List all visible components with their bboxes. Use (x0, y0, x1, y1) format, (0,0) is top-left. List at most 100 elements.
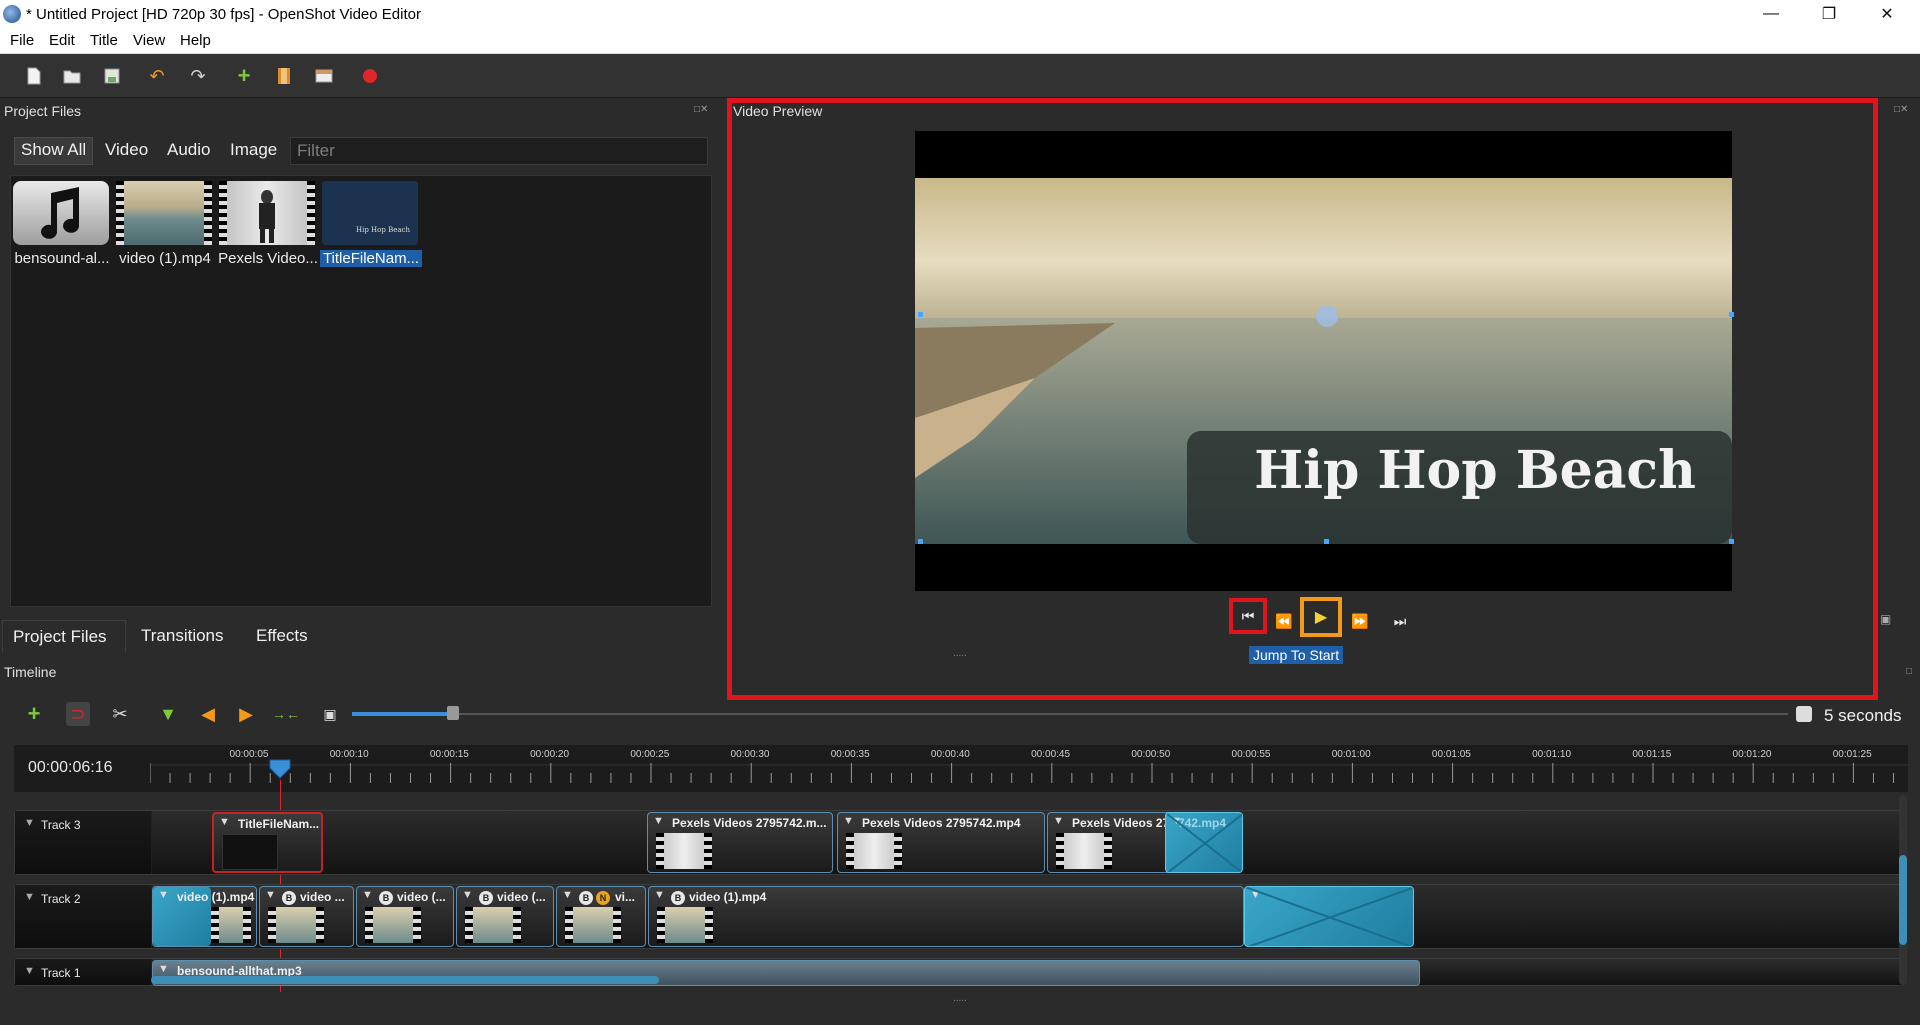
clip[interactable]: ▼ Pexels Videos 2795742.mp4 (837, 812, 1045, 873)
b-badge-icon: B (282, 891, 296, 905)
transform-handle[interactable] (1324, 539, 1329, 544)
file-item-video[interactable]: video (1).mp4 (114, 179, 216, 269)
b-badge-icon: B (479, 891, 493, 905)
clip[interactable]: ▼ B video ... (259, 886, 354, 947)
clip[interactable]: ▼ B N vi... (556, 886, 646, 947)
clip-thumbnail (565, 907, 621, 943)
dock-float-close-icon[interactable]: □✕ (1894, 104, 1908, 115)
clip-thumbnail (222, 834, 278, 870)
clip[interactable]: ▼ B video (... (356, 886, 454, 947)
chevron-down-icon: ▼ (24, 817, 35, 829)
jump-to-end-button[interactable]: ⏭ (1386, 608, 1414, 634)
menu-file[interactable]: File (10, 32, 34, 49)
file-item-pexels[interactable]: Pexels Video... (217, 179, 319, 269)
transform-handle[interactable] (1729, 312, 1734, 317)
clip-label: TitleFileNam... (238, 817, 320, 831)
clip-label: video (1).mp4 (689, 890, 767, 904)
playhead-handle[interactable] (267, 758, 293, 780)
save-project-icon[interactable] (100, 64, 124, 88)
chevron-down-icon: ▼ (654, 889, 665, 901)
horizontal-scrollbar[interactable] (151, 976, 659, 984)
redo-icon[interactable]: ↷ (186, 64, 210, 88)
transform-handle[interactable] (918, 539, 923, 544)
maximize-button[interactable]: ❐ (1800, 0, 1858, 28)
filter-show-all[interactable]: Show All (14, 137, 94, 165)
filter-audio[interactable]: Audio (163, 140, 214, 160)
new-project-icon[interactable] (22, 64, 46, 88)
ruler-tick-label: 00:00:10 (329, 749, 369, 760)
file-item-audio[interactable]: bensound-al... (11, 179, 113, 269)
clip[interactable]: ▼ B video (... (456, 886, 554, 947)
dock-float-icon[interactable]: □ (1906, 666, 1912, 677)
fullscreen-icon[interactable] (312, 64, 336, 88)
snapping-icon[interactable]: ⊃ (66, 702, 90, 726)
ruler-tick-label: 00:01:15 (1632, 749, 1672, 760)
timeline-ruler[interactable]: 00:00:06:16 00:00:05 00:00:10 00:00:15 00:0… (14, 745, 1908, 792)
filter-input[interactable] (290, 137, 708, 165)
transform-handle[interactable] (1729, 539, 1734, 544)
menu-edit[interactable]: Edit (49, 32, 75, 49)
clip[interactable]: ▼ video (1).mp4 (152, 886, 257, 947)
splitter-handle[interactable]: ..... (953, 648, 967, 659)
filter-video[interactable]: Video (101, 140, 152, 160)
clip-label: video ... (300, 890, 345, 904)
clip[interactable]: ▼ B video (1).mp4 (648, 886, 1244, 947)
open-project-icon[interactable] (60, 64, 84, 88)
fast-forward-button[interactable]: ⏩ (1346, 608, 1374, 634)
ruler-tick-label: 00:01:25 (1832, 749, 1872, 760)
razor-icon[interactable]: ✂ (108, 702, 132, 726)
camera-icon[interactable]: ▣ (1880, 612, 1891, 626)
minimize-button[interactable]: — (1742, 0, 1800, 28)
track-2[interactable]: ▼ Track 2 ▼ video (1).mp4 ▼ B video ... … (14, 884, 1902, 949)
zoom-slider-track[interactable] (352, 713, 1788, 715)
n-badge-icon: N (596, 891, 610, 905)
rewind-button[interactable]: ⏪ (1270, 608, 1298, 634)
menu-help[interactable]: Help (180, 32, 211, 49)
clip-label: video (... (397, 890, 446, 904)
clip[interactable]: ▼ TitleFileNam... (212, 812, 323, 873)
close-button[interactable]: ✕ (1858, 0, 1916, 28)
transform-handle[interactable] (918, 312, 923, 317)
play-button[interactable]: ▶ (1300, 597, 1342, 637)
track-name: Track 2 (41, 892, 81, 906)
track-3[interactable]: ▼ Track 3 ▼ TitleFileNam... ▼ Pexels Vid… (14, 810, 1902, 875)
chevron-down-icon: ▼ (843, 815, 854, 827)
import-files-icon[interactable]: + (232, 63, 256, 88)
splitter-handle[interactable]: ..... (953, 993, 967, 1004)
vertical-scrollbar[interactable] (1899, 855, 1907, 945)
track-header: ▼ Track 2 (15, 885, 151, 948)
record-icon[interactable] (358, 64, 382, 88)
preview-title-text: Hip Hop Beach (1254, 440, 1696, 501)
zoom-fit-icon[interactable]: ▣ (318, 702, 342, 726)
chevron-down-icon: ▼ (562, 889, 573, 901)
tab-project-files[interactable]: Project Files (2, 620, 126, 652)
chevron-down-icon: ▼ (24, 965, 35, 977)
music-note-icon (13, 181, 109, 245)
b-badge-icon: B (671, 891, 685, 905)
ruler-tick-label: 00:01:00 (1331, 749, 1371, 760)
next-marker-icon[interactable]: ▶ (234, 702, 258, 726)
transition[interactable]: ▼ (1244, 886, 1414, 947)
previous-marker-icon[interactable]: ◀ (196, 702, 220, 726)
menu-title[interactable]: Title (90, 32, 118, 49)
transition[interactable]: ▼ 742.mp4 (1165, 812, 1243, 873)
chevron-down-icon: ▼ (219, 816, 230, 828)
undo-icon[interactable]: ↶ (145, 64, 169, 88)
clip[interactable]: ▼ Pexels Videos 27 (1047, 812, 1179, 873)
profile-icon[interactable] (272, 64, 296, 88)
track-name: Track 1 (41, 966, 81, 980)
clip-thumbnail (365, 907, 421, 943)
jump-to-start-button[interactable]: ⏮ (1229, 598, 1267, 634)
zoom-slider-handle[interactable] (447, 706, 459, 720)
center-playhead-icon[interactable]: →← (272, 702, 300, 726)
clip[interactable]: ▼ Pexels Videos 2795742.m... (647, 812, 833, 873)
clip-label: vi... (615, 890, 636, 904)
filter-image[interactable]: Image (226, 140, 281, 160)
add-track-icon[interactable]: + (22, 701, 46, 726)
menu-view[interactable]: View (133, 32, 165, 49)
dock-float-close-icon[interactable]: □✕ (694, 104, 708, 115)
tab-effects[interactable]: Effects (246, 620, 330, 652)
tab-transitions[interactable]: Transitions (131, 620, 247, 652)
file-item-title[interactable]: Hip Hop Beach TitleFileNam... (320, 179, 422, 269)
add-marker-icon[interactable]: ▼ (156, 702, 180, 726)
